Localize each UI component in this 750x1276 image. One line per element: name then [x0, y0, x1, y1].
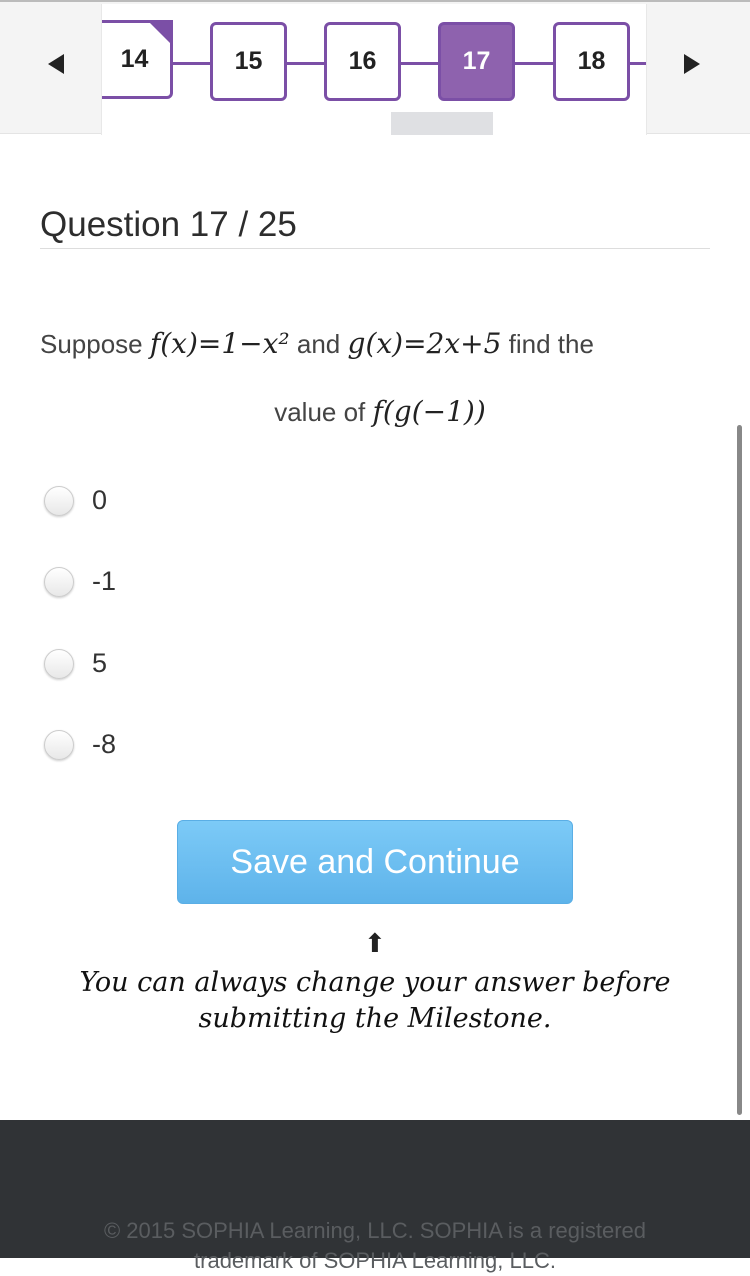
answer-option[interactable]: 5 [44, 648, 107, 679]
answer-option[interactable]: 0 [44, 485, 107, 516]
text: Suppose [40, 329, 143, 359]
next-arrow-icon[interactable] [684, 54, 700, 74]
radio-button[interactable] [44, 485, 74, 516]
copyright: trademark of SOPHIA Learning, LLC. [194, 1248, 556, 1273]
question-strip: 14 15 16 17 18 [101, 4, 647, 135]
question-number: 14 [120, 45, 149, 73]
question-text: Suppose f(x)=1−x² and g(x)=2x+5 find the… [40, 310, 720, 446]
target-expression: f(g(−1)) [372, 395, 486, 428]
f-expression: f(x)=1−x² [149, 327, 290, 360]
text: find the [508, 329, 594, 359]
question-14-button[interactable]: 14 [102, 20, 173, 99]
option-label: -8 [92, 729, 117, 759]
radio-button[interactable] [44, 566, 74, 597]
connector [172, 62, 212, 65]
option-label: -1 [92, 566, 117, 596]
note-line: You can always change your answer before [79, 967, 671, 998]
connector [286, 62, 326, 65]
radio-button[interactable] [44, 729, 74, 760]
question-navigator: 14 15 16 17 18 [0, 0, 750, 135]
question-18-button[interactable]: 18 [553, 22, 630, 101]
answer-option[interactable]: -1 [44, 566, 116, 597]
copyright: © 2015 SOPHIA Learning, LLC. SOPHIA is a… [103, 1218, 647, 1243]
question-number: 17 [462, 47, 491, 75]
connector [400, 62, 440, 65]
page-scrollbar[interactable] [737, 425, 742, 1115]
footer: © 2015 SOPHIA Learning, LLC. SOPHIA is a… [0, 1120, 750, 1273]
question-number: 18 [577, 47, 606, 75]
question-15-button[interactable]: 15 [210, 22, 287, 101]
question-number: 15 [234, 47, 263, 75]
save-and-continue-button[interactable]: Save and Continue [177, 820, 573, 904]
hint-note: You can always change your answer before… [60, 965, 690, 1037]
question-number: 16 [348, 47, 377, 75]
question-17-button[interactable]: 17 [438, 22, 515, 101]
text: value of [274, 397, 366, 427]
answer-option[interactable]: -8 [44, 729, 116, 760]
previous-arrow-icon[interactable] [48, 54, 64, 74]
strip-scroll-indicator[interactable] [391, 112, 493, 135]
note-line: submitting the Milestone. [198, 1003, 552, 1034]
answered-corner-icon [147, 20, 173, 46]
option-label: 5 [92, 648, 108, 678]
connector [514, 62, 554, 65]
text: and [296, 329, 341, 359]
option-label: 0 [92, 485, 108, 515]
question-16-button[interactable]: 16 [324, 22, 401, 101]
question-heading: Question 17 / 25 [40, 207, 710, 249]
g-expression: g(x)=2x+5 [347, 327, 502, 360]
radio-button[interactable] [44, 648, 74, 679]
up-arrow-icon: ⬆ [364, 928, 386, 958]
connector [628, 62, 646, 65]
